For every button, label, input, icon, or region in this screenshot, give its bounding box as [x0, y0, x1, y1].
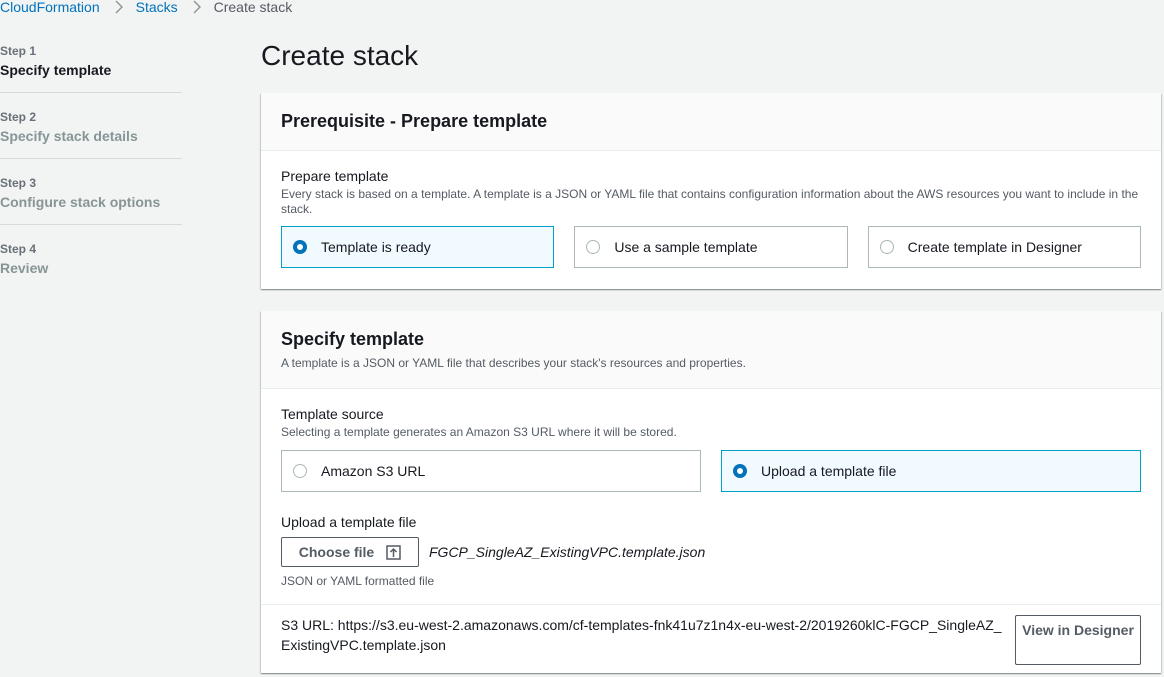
container-body: Prepare template Every stack is based on… — [261, 151, 1161, 288]
step-title: Review — [0, 260, 49, 276]
radio-button[interactable] — [293, 464, 307, 478]
prepare-template-label: Prepare template — [281, 168, 389, 184]
choose-file-button[interactable]: Choose file — [281, 537, 419, 567]
option-template-ready[interactable]: Template is ready — [281, 226, 555, 268]
option-amazon-s3-url[interactable]: Amazon S3 URL — [281, 450, 701, 492]
breadcrumb-stacks[interactable]: Stacks — [136, 0, 178, 15]
file-format-hint: JSON or YAML formatted file — [281, 574, 435, 588]
s3-url-footer: S3 URL: https://s3.eu-west-2.amazonaws.c… — [261, 604, 1161, 677]
template-source-description: Selecting a template generates an Amazon… — [281, 425, 677, 439]
button-label: Choose file — [298, 544, 375, 560]
prepare-template-description: Every stack is based on a template. A te… — [281, 187, 1139, 216]
breadcrumb-cloudformation[interactable]: CloudFormation — [0, 0, 100, 15]
step-title: Specify stack details — [0, 128, 138, 144]
chevron-right-icon — [191, 0, 203, 14]
container-body: Template source Selecting a template gen… — [261, 389, 1161, 604]
option-label: Use a sample template — [614, 239, 758, 255]
option-sample-template[interactable]: Use a sample template — [574, 226, 848, 268]
page-title: Create stack — [261, 40, 419, 71]
template-source-label: Template source — [281, 406, 384, 422]
radio-button[interactable] — [293, 240, 307, 254]
option-upload-template-file[interactable]: Upload a template file — [721, 450, 1141, 492]
option-create-in-designer[interactable]: Create template in Designer — [867, 226, 1141, 268]
step-number: Step 1 — [0, 44, 37, 58]
prepare-template-options: Template is ready Use a sample template … — [281, 226, 1141, 268]
step-1: Step 1 Specify template — [0, 44, 182, 93]
option-label: Create template in Designer — [907, 239, 1082, 255]
upload-label: Upload a template file — [281, 514, 417, 530]
step-title: Configure stack options — [0, 194, 161, 210]
breadcrumb: CloudFormation Stacks Create stack — [0, 0, 292, 18]
file-upload-row: Choose file FGCP_SingleAZ_ExistingVPC.te… — [281, 537, 1141, 567]
container-description: A template is a JSON or YAML file that d… — [281, 356, 746, 370]
radio-button[interactable] — [733, 464, 747, 478]
s3-url-text: S3 URL: https://s3.eu-west-2.amazonaws.c… — [281, 617, 1002, 653]
option-label: Template is ready — [321, 239, 431, 255]
wizard-steps: Step 1 Specify template Step 2 Specify s… — [0, 44, 182, 307]
option-label: Amazon S3 URL — [321, 463, 426, 479]
specify-template-container: Specify template A template is a JSON or… — [261, 311, 1161, 673]
container-header: Prerequisite - Prepare template — [261, 93, 1161, 151]
selected-file-name: FGCP_SingleAZ_ExistingVPC.template.json — [429, 544, 706, 560]
template-source-options: Amazon S3 URL Upload a template file — [281, 450, 1141, 492]
step-number: Step 2 — [0, 110, 37, 124]
chevron-right-icon — [113, 0, 125, 14]
option-label: Upload a template file — [761, 463, 897, 479]
radio-button[interactable] — [586, 240, 601, 254]
container-header: Specify template A template is a JSON or… — [261, 311, 1161, 389]
container-title: Prerequisite - Prepare template — [281, 111, 548, 131]
step-title: Specify template — [0, 62, 112, 78]
breadcrumb-current: Create stack — [213, 0, 293, 15]
step-number: Step 3 — [0, 176, 37, 190]
step-4: Step 4 Review — [0, 242, 182, 290]
step-2: Step 2 Specify stack details — [0, 110, 182, 159]
view-in-designer-button[interactable]: View in Designer — [1015, 615, 1141, 665]
radio-button[interactable] — [879, 240, 894, 254]
step-number: Step 4 — [0, 242, 37, 256]
prerequisite-container: Prerequisite - Prepare template Prepare … — [261, 93, 1161, 289]
step-3: Step 3 Configure stack options — [0, 176, 182, 225]
container-title: Specify template — [281, 329, 425, 349]
upload-icon — [386, 544, 401, 560]
